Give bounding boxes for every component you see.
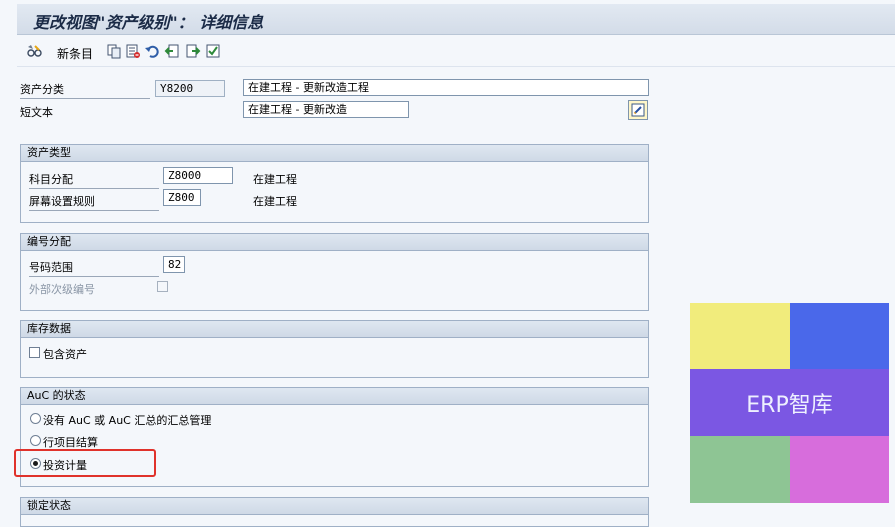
account-determination-field[interactable]: Z8000 [163,167,233,184]
lock-status-group-title: 锁定状态 [21,498,648,515]
number-range-field[interactable]: 82 [163,256,185,273]
watermark-top-right [790,303,889,369]
account-determination-description: 在建工程 [253,173,297,186]
edit-long-text-button[interactable] [628,100,648,120]
asset-type-group-title: 资产类型 [21,145,648,162]
auc-option-line-item-label: 行项目结算 [43,436,98,449]
asset-class-label: 资产分类 [20,81,150,99]
page-title: 更改视图"资产级别"： 详细信息 [33,13,264,32]
highlight-box [14,449,156,477]
auc-status-group-title: AuC 的状态 [21,388,648,405]
auc-option-line-item-radio[interactable] [30,435,41,446]
asset-class-field[interactable]: Y8200 [155,80,225,97]
prev-entry-icon[interactable] [164,43,180,59]
short-text-field[interactable]: 在建工程 - 更新改造 [243,101,409,118]
copy-icon[interactable] [106,43,122,59]
asset-class-description-field[interactable]: 在建工程 - 更新改造工程 [243,79,649,96]
number-range-label: 号码范围 [29,259,159,277]
inventory-data-group: 库存数据 [20,320,649,378]
watermark-bottom-right [790,436,889,503]
watermark-top-left [690,303,790,369]
glasses-icon[interactable] [26,43,42,59]
new-entries-button[interactable]: 新条目 [57,45,93,62]
external-subnumber-checkbox[interactable] [157,281,168,292]
auc-option-summary-radio[interactable] [30,413,41,424]
auc-option-summary-label: 没有 AuC 或 AuC 汇总的汇总管理 [43,414,212,427]
include-asset-checkbox[interactable] [29,347,40,358]
number-assignment-group-title: 编号分配 [21,234,648,251]
watermark-bottom-left [690,436,790,503]
watermark-logo-text: ERP智库 [746,392,833,418]
edit-pencil-icon [631,103,645,117]
select-icon[interactable] [205,43,221,59]
screen-layout-field[interactable]: Z800 [163,189,201,206]
delete-icon[interactable] [125,43,141,59]
title-bar: 更改视图"资产级别"： 详细信息 [17,4,895,35]
application-toolbar: 新条目 [17,36,895,67]
short-text-label: 短文本 [20,106,53,119]
account-determination-label: 科目分配 [29,171,159,189]
external-subnumber-label: 外部次级编号 [29,283,95,296]
include-asset-label: 包含资产 [43,348,87,361]
lock-status-group: 锁定状态 [20,497,649,527]
screen-layout-label: 屏幕设置规则 [29,193,159,211]
inventory-data-group-title: 库存数据 [21,321,648,338]
screen-layout-description: 在建工程 [253,195,297,208]
undo-icon[interactable] [144,43,160,59]
next-entry-icon[interactable] [185,43,201,59]
